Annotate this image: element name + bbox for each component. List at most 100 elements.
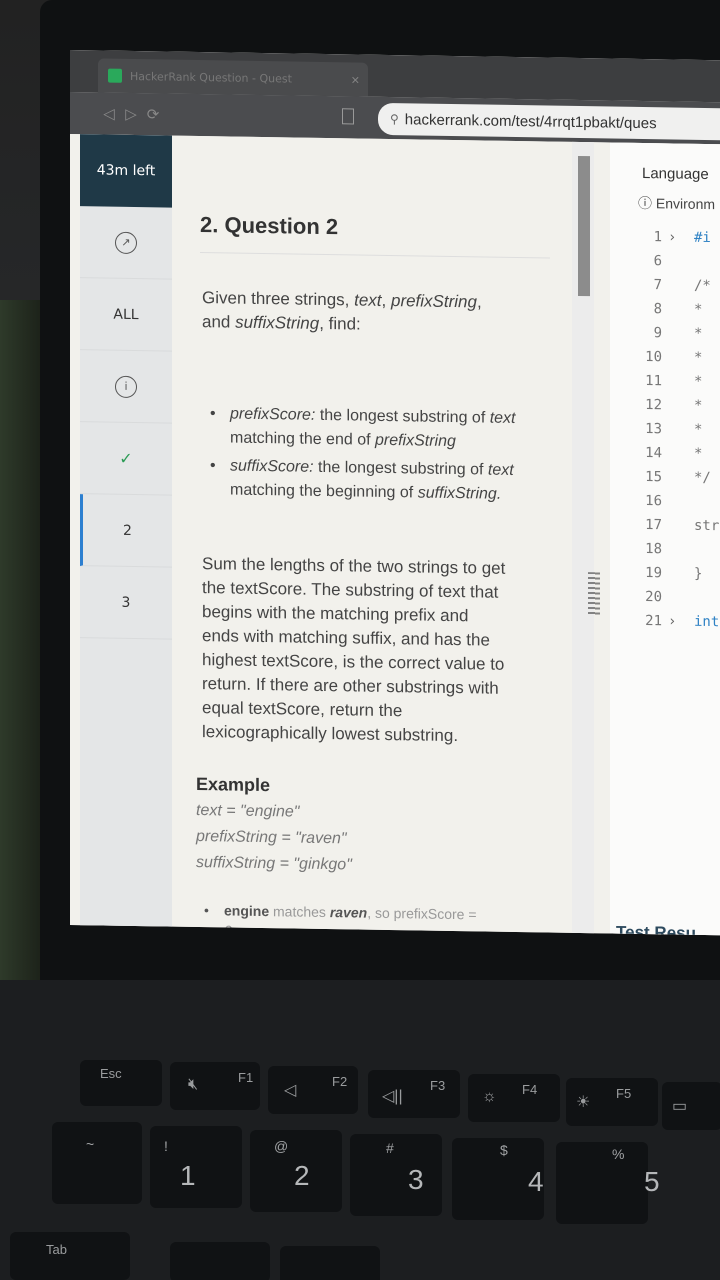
volume-down-icon: ◁ <box>284 1082 297 1099</box>
back-arrow-icon[interactable]: ◁ <box>98 104 120 123</box>
scoring-paragraph: Sum the lengths of the two strings to ge… <box>202 552 562 750</box>
site-settings-icon[interactable]: ⚲ <box>390 112 399 126</box>
environment-link[interactable]: ⓘ Environm <box>638 193 715 214</box>
fold-chevron-icon[interactable] <box>668 493 682 517</box>
code-line[interactable]: 8 * <box>622 301 703 326</box>
code-text: str <box>694 517 720 535</box>
sidebar-item-question-2[interactable]: 2 <box>80 494 172 568</box>
bookmark-icon[interactable] <box>342 108 354 125</box>
code-line[interactable]: 16 <box>622 493 694 518</box>
sidebar-item-question-1[interactable]: ✓ <box>80 422 172 496</box>
fold-chevron-icon[interactable] <box>668 277 682 301</box>
title-divider <box>200 252 550 259</box>
code-line[interactable]: 13 * <box>622 421 702 446</box>
hackerrank-test-page: 43m left ↗ ALL i ✓ 2 3 2. Question 2 Giv… <box>70 134 720 936</box>
question-scrollbar[interactable] <box>572 141 594 936</box>
key-3[interactable]: # 3 <box>350 1134 442 1216</box>
sidebar-item-question-3[interactable]: 3 <box>80 566 172 640</box>
hackerrank-favicon-icon <box>108 68 122 83</box>
key-5[interactable]: % 5 <box>556 1142 660 1224</box>
line-number: 14 <box>645 445 662 462</box>
compass-icon: ↗ <box>115 231 137 254</box>
f1-key[interactable]: 🔇︎ F1 <box>170 1062 260 1110</box>
line-number: 6 <box>653 253 662 270</box>
line-number: 12 <box>645 397 662 414</box>
code-line[interactable]: 10 * <box>622 349 702 374</box>
fold-chevron-icon[interactable] <box>668 253 682 277</box>
display-key[interactable]: ▭ <box>662 1082 720 1130</box>
code-line[interactable]: 20 <box>622 589 694 614</box>
key-4[interactable]: $ 4 <box>452 1138 544 1220</box>
question-intro: Given three strings, text, prefixString,… <box>202 288 482 334</box>
fold-chevron-icon[interactable] <box>668 349 682 373</box>
line-number: 10 <box>645 349 662 366</box>
code-line[interactable]: 17 str <box>622 517 719 543</box>
tab-title: HackerRank Question - Quest <box>130 69 292 85</box>
code-line[interactable]: 9 * <box>622 325 703 350</box>
keyboard-deck: Esc 🔇︎ F1 ◁ F2 ◁|| F3 ☼ F4 ☀ F5 ▭ ~ ! 1 … <box>0 980 720 1280</box>
laptop-screen: HackerRank Question - Quest × ◁ ▷ ⟳ ⚲ ha… <box>70 50 720 936</box>
sidebar-item-all[interactable]: ALL <box>80 278 172 352</box>
reload-icon[interactable]: ⟳ <box>142 105 164 123</box>
f5-key[interactable]: ☀ F5 <box>566 1078 658 1126</box>
code-line[interactable]: 18 <box>622 541 694 566</box>
line-number: 20 <box>645 589 662 606</box>
pane-resize-handle[interactable] <box>588 572 600 617</box>
code-text: /* <box>694 277 711 295</box>
language-selector[interactable]: Language <box>642 165 709 183</box>
scroll-thumb[interactable] <box>578 155 590 297</box>
code-line[interactable]: 19 } <box>622 565 702 590</box>
code-line[interactable]: 7 /* <box>622 277 711 302</box>
code-text: * <box>694 325 703 342</box>
code-line[interactable]: 21 › int <box>622 613 719 639</box>
f2-key[interactable]: ◁ F2 <box>268 1066 358 1114</box>
fold-chevron-icon[interactable] <box>668 517 682 541</box>
tilde-key[interactable]: ~ <box>52 1122 142 1204</box>
code-line[interactable]: 12 * <box>622 397 702 422</box>
key-q[interactable] <box>170 1242 270 1280</box>
fold-chevron-icon[interactable] <box>668 445 682 469</box>
code-line[interactable]: 14 * <box>622 445 702 470</box>
f3-key[interactable]: ◁|| F3 <box>368 1070 460 1118</box>
fold-chevron-icon[interactable] <box>668 373 682 397</box>
fold-chevron-icon[interactable] <box>668 421 682 445</box>
test-results-tab[interactable]: Test Resu <box>616 923 696 936</box>
fold-chevron-icon[interactable] <box>668 589 682 613</box>
key-2[interactable]: @ 2 <box>250 1130 342 1212</box>
line-number: 1 <box>653 229 662 246</box>
example-heading: Example <box>196 773 271 796</box>
tab-key[interactable]: Tab <box>10 1232 130 1280</box>
fold-chevron-icon[interactable] <box>668 541 682 565</box>
fold-chevron-icon[interactable] <box>668 565 682 589</box>
forward-arrow-icon[interactable]: ▷ <box>120 105 142 123</box>
address-bar[interactable]: ⚲ hackerrank.com/test/4rrqt1pbakt/ques <box>378 102 720 141</box>
fold-chevron-icon[interactable] <box>668 301 682 325</box>
question-sidebar: 43m left ↗ ALL i ✓ 2 3 <box>80 134 172 936</box>
line-number: 8 <box>653 301 662 318</box>
line-number: 11 <box>645 373 662 390</box>
f4-key[interactable]: ☼ F4 <box>468 1074 560 1122</box>
fold-chevron-icon[interactable] <box>668 325 682 349</box>
fold-chevron-icon[interactable]: › <box>668 229 682 253</box>
question-title: 2. Question 2 <box>200 212 339 240</box>
fold-chevron-icon[interactable]: › <box>668 613 682 637</box>
code-line[interactable]: 1 › #i <box>622 229 711 254</box>
tab-close-icon[interactable]: × <box>351 73 360 86</box>
sidebar-item-navigate[interactable]: ↗ <box>80 206 172 280</box>
fold-chevron-icon[interactable] <box>668 469 682 493</box>
paragraph-line: lexicographically lowest substring. <box>202 722 459 746</box>
line-number: 16 <box>645 493 662 510</box>
code-line[interactable]: 6 <box>622 253 694 278</box>
photo-scene: HackerRank Question - Quest × ◁ ▷ ⟳ ⚲ ha… <box>0 0 720 1280</box>
browser-tab[interactable]: HackerRank Question - Quest × <box>98 58 368 97</box>
key-1[interactable]: ! 1 <box>150 1126 242 1208</box>
esc-key[interactable]: Esc <box>80 1060 162 1106</box>
volume-up-icon: ◁|| <box>382 1088 403 1105</box>
fold-chevron-icon[interactable] <box>668 397 682 421</box>
list-item: prefixScore: the longest substring of te… <box>204 402 544 455</box>
code-line[interactable]: 15 */ <box>622 469 711 494</box>
key-w[interactable] <box>280 1246 380 1280</box>
sidebar-item-info[interactable]: i <box>80 350 172 424</box>
code-line[interactable]: 11 * <box>622 373 702 398</box>
code-editor[interactable]: Language ⓘ Environm 1 › #i 6 7/* 8 * 9 * 10 * 11… <box>610 142 720 936</box>
